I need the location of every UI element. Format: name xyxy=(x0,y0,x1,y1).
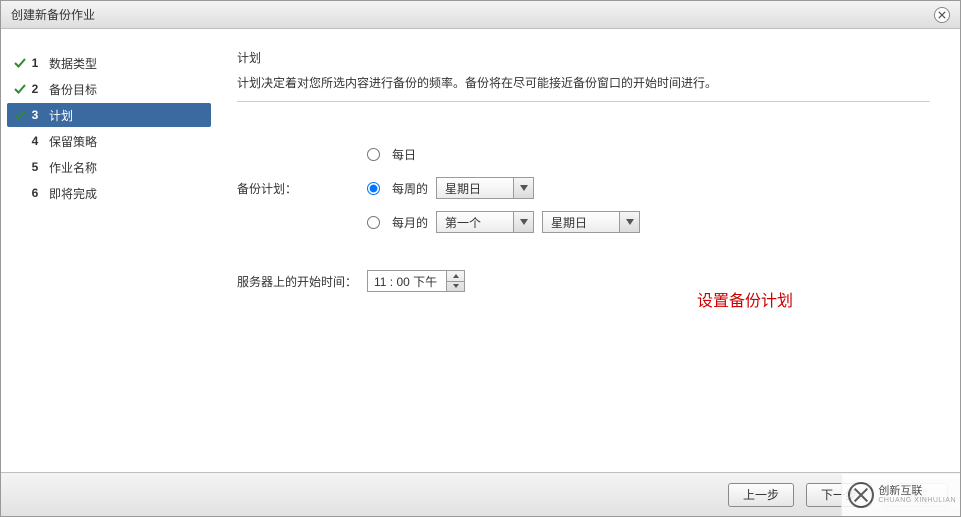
monthly-day-select[interactable]: 星期日 xyxy=(542,211,640,233)
check-icon xyxy=(13,57,27,69)
chevron-down-icon xyxy=(513,212,533,232)
step-label: 备份目标 xyxy=(43,81,97,98)
spinner-up-icon[interactable] xyxy=(447,271,464,281)
step-label: 作业名称 xyxy=(43,159,97,176)
radio-weekly[interactable] xyxy=(367,182,380,195)
page-heading: 计划 xyxy=(237,49,930,66)
watermark-logo-icon xyxy=(848,482,874,508)
radio-weekly-label: 每周的 xyxy=(392,180,428,197)
chevron-down-icon xyxy=(619,212,639,232)
wizard-sidebar: 1 数据类型 2 备份目标 3 计划 4 保留策略 5 作业名称 xyxy=(1,29,217,472)
wizard-footer: 上一步 下一步 完成 xyxy=(1,472,960,516)
close-icon[interactable] xyxy=(934,7,950,23)
back-button[interactable]: 上一步 xyxy=(728,483,794,507)
step-schedule[interactable]: 3 计划 xyxy=(7,103,211,127)
radio-daily[interactable] xyxy=(367,148,380,161)
weekly-day-select[interactable]: 星期日 xyxy=(436,177,534,199)
step-label: 保留策略 xyxy=(43,133,97,150)
step-backup-target[interactable]: 2 备份目标 xyxy=(7,77,211,101)
step-label: 即将完成 xyxy=(43,185,97,202)
step-retention[interactable]: 4 保留策略 xyxy=(7,129,211,153)
spinner-down-icon[interactable] xyxy=(447,281,464,292)
start-time-input[interactable]: 11 : 00 下午 xyxy=(367,270,447,292)
step-label: 数据类型 xyxy=(43,55,97,72)
step-label: 计划 xyxy=(43,107,73,124)
chevron-down-icon xyxy=(513,178,533,198)
step-job-name[interactable]: 5 作业名称 xyxy=(7,155,211,179)
titlebar: 创建新备份作业 xyxy=(1,1,960,29)
step-data-type[interactable]: 1 数据类型 xyxy=(7,51,211,75)
window-title: 创建新备份作业 xyxy=(11,6,934,23)
radio-daily-label: 每日 xyxy=(392,146,416,163)
radio-monthly[interactable] xyxy=(367,216,380,229)
annotation-text: 设置备份计划 xyxy=(697,287,793,311)
wizard-window: 创建新备份作业 1 数据类型 2 备份目标 3 计划 4 xyxy=(0,0,961,517)
divider xyxy=(237,101,930,102)
wizard-content: 计划 计划决定着对您所选内容进行备份的频率。备份将在尽可能接近备份窗口的开始时间… xyxy=(217,29,960,472)
start-time-label: 服务器上的开始时间： xyxy=(237,273,367,290)
page-description: 计划决定着对您所选内容进行备份的频率。备份将在尽可能接近备份窗口的开始时间进行。 xyxy=(237,74,930,91)
radio-monthly-label: 每月的 xyxy=(392,214,428,231)
backup-schedule-label: 备份计划： xyxy=(237,180,367,197)
step-finish[interactable]: 6 即将完成 xyxy=(7,181,211,205)
check-icon xyxy=(13,109,27,121)
watermark: 创新互联 CHUANG XINHULIAN xyxy=(841,474,961,516)
check-icon xyxy=(13,83,27,95)
time-spinner[interactable] xyxy=(447,270,465,292)
monthly-ordinal-select[interactable]: 第一个 xyxy=(436,211,534,233)
